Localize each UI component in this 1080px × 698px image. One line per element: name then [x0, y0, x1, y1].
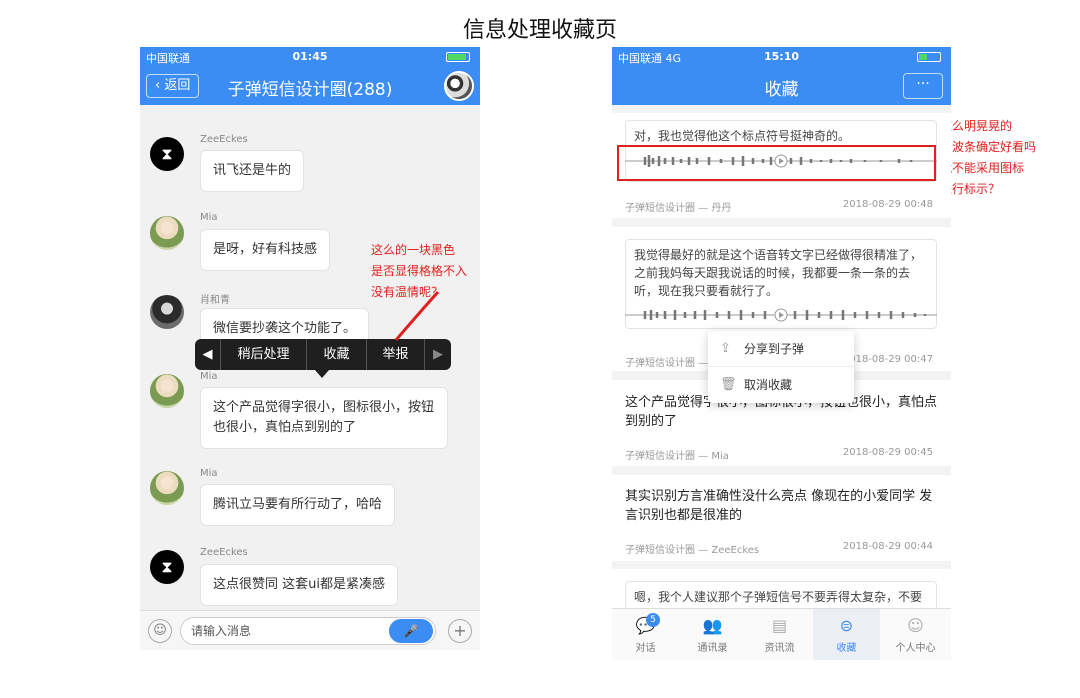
message-bubble[interactable]: 这点很赞同 这套ui都是紧凑感: [200, 564, 398, 606]
annotation-line: 这么明晃晃的: [940, 119, 1013, 133]
status-time: 15:10: [763, 50, 799, 63]
favorite-source: 子弹短信设计圈 — Mia: [625, 451, 729, 462]
tab-label: 个人中心: [895, 643, 936, 654]
avatar[interactable]: [150, 374, 184, 408]
share-label: 分享到子弹: [744, 342, 805, 356]
avatar[interactable]: ⧗: [150, 550, 184, 584]
battery-icon: [446, 52, 470, 62]
tab-favorites[interactable]: ⊜ 收藏: [813, 609, 880, 660]
tab-label: 资讯流: [764, 643, 795, 654]
tab-profile[interactable]: ☺ 个人中心: [880, 609, 951, 660]
annotation-line: 是否显得格格不入: [371, 264, 468, 278]
annotation-line: 声波条确定好看吗: [940, 140, 1037, 154]
chat-screen: 中国联通 01:45 ‹ 返回 子弹短信设计圈(288) ZeeEckes ⧗ …: [140, 47, 480, 650]
plus-icon: +: [453, 621, 467, 640]
smiley-icon: ☺: [153, 623, 167, 638]
news-icon: ▤: [771, 616, 788, 635]
quote-text: 我觉得最好的就是这个语音转文字已经做得很精准了，之前我妈每天跟我说话的时候，我都…: [634, 248, 923, 298]
caret-right-icon: ▶: [433, 347, 443, 362]
annotation-line: 就不能采用图标: [940, 161, 1025, 175]
status-time: 01:45: [292, 50, 328, 63]
sender-name: 肖和青: [200, 295, 230, 306]
message-bubble[interactable]: 腾讯立马要有所行动了，哈哈: [200, 484, 396, 526]
unread-badge: 5: [646, 613, 660, 627]
voice-waveform[interactable]: [625, 305, 937, 325]
status-bar: 中国联通 01:45: [140, 47, 480, 67]
stage: 信息处理收藏页 中国联通 01:45 ‹ 返回 子弹短信设计圈(288) Zee…: [0, 0, 1080, 698]
cancel-favorite-menu-item[interactable]: 🗑 取消收藏: [708, 367, 854, 403]
menu-next-arrow[interactable]: ▶: [425, 339, 451, 370]
avatar[interactable]: [150, 295, 184, 329]
sender-name: ZeeEckes: [200, 547, 248, 558]
avatar[interactable]: [150, 216, 184, 250]
contacts-icon: 👥: [702, 616, 723, 635]
menu-item-later[interactable]: 稍后处理: [221, 339, 307, 370]
sender-name: ZeeEckes: [200, 134, 248, 145]
favorite-item[interactable]: 其实识别方言准确性没什么亮点 像现在的小爱同学 发言识别也都是很准的 子弹短信设…: [612, 475, 951, 561]
favorite-time: 2018-08-29 00:45: [842, 447, 933, 458]
profile-icon: ☺: [907, 616, 924, 635]
share-icon: ⇪: [720, 341, 731, 356]
sender-name: Mia: [200, 468, 218, 479]
favorite-popup-menu: ⇪ 分享到子弹 🗑 取消收藏: [708, 331, 854, 403]
avatar[interactable]: ⧗: [150, 137, 184, 171]
annotation-highlight-box: [617, 145, 936, 181]
menu-pointer: [315, 370, 329, 378]
tab-chat[interactable]: 💬 5 对话: [612, 609, 679, 660]
favorites-nav-bar: 收藏 ···: [612, 67, 951, 105]
tab-bar: 💬 5 对话 👥 通讯录 ▤ 资讯流 ⊜ 收藏 ☺ 个人中心: [612, 608, 951, 660]
tab-label: 收藏: [836, 643, 857, 654]
favorites-icon: ⊜: [839, 616, 854, 635]
quote-text: 对，我也觉得他这个标点符号挺神奇的。: [634, 129, 851, 143]
sender-name: Mia: [200, 371, 218, 382]
message-bubble[interactable]: 是呀，好有科技感: [200, 229, 331, 271]
caret-left-icon: ◀: [202, 347, 213, 362]
tab-contacts[interactable]: 👥 通讯录: [679, 609, 746, 660]
waveform-graphic: [625, 308, 937, 322]
avatar[interactable]: [150, 471, 184, 505]
menu-item-report[interactable]: 举报: [367, 339, 425, 370]
annotation-line: 进行标示？: [940, 182, 1001, 196]
annotation-line: 没有温情呢？: [371, 285, 444, 299]
favorite-time: 2018-08-29 00:48: [842, 199, 933, 210]
tab-label: 通讯录: [697, 643, 728, 654]
share-menu-item[interactable]: ⇪ 分享到子弹: [708, 331, 854, 367]
status-bar: 中国联通 4G 15:10: [612, 47, 951, 67]
cancel-label: 取消收藏: [744, 378, 793, 392]
battery-icon: [917, 52, 941, 62]
tab-label: 对话: [635, 643, 656, 654]
favorite-time: 2018-08-29 00:47: [842, 354, 933, 365]
microphone-icon: 🎤: [403, 624, 419, 638]
favorite-text: 其实识别方言准确性没什么亮点 像现在的小爱同学 发言识别也都是很准的: [625, 489, 933, 523]
message-bubble[interactable]: 讯飞还是牛的: [200, 150, 305, 192]
message-input-bar: ☺ 请输入消息 🎤 +: [140, 610, 480, 650]
trash-icon: 🗑: [720, 377, 737, 392]
message-context-menu: ◀ 稍后处理 收藏 举报 ▶: [195, 339, 451, 378]
more-button[interactable]: ···: [903, 73, 943, 99]
hourglass-icon: ⧗: [161, 557, 173, 576]
message-bubble[interactable]: 这个产品觉得字很小，图标很小，按钮也很小，真怕点到别的了: [200, 387, 448, 449]
annotation-note-left: 这么的一块黑色 是否显得格格不入 没有温情呢？: [371, 240, 467, 303]
chat-nav-bar: ‹ 返回 子弹短信设计圈(288): [140, 67, 480, 105]
hourglass-icon: ⧗: [161, 144, 173, 163]
tab-news[interactable]: ▤ 资讯流: [746, 609, 813, 660]
favorites-title: 收藏: [764, 80, 799, 100]
annotation-line: 这么的一块黑色: [371, 243, 456, 257]
menu-prev-arrow[interactable]: ◀: [195, 339, 221, 370]
quote-text: 嗯，我个人建议那个子弹短信号不要弄得太复杂，不要: [634, 590, 923, 604]
voice-button[interactable]: 🎤: [389, 619, 433, 643]
sender-name: Mia: [200, 212, 218, 223]
favorite-source: 子弹短信设计圈 — ZeeEckes: [625, 545, 760, 556]
group-avatar[interactable]: [444, 71, 474, 101]
emoji-button[interactable]: ☺: [148, 619, 172, 643]
menu-item-favorite[interactable]: 收藏: [307, 339, 367, 370]
favorite-time: 2018-08-29 00:44: [842, 541, 933, 552]
page-title: 信息处理收藏页: [462, 18, 617, 43]
chat-title: 子弹短信设计圈(288): [227, 80, 393, 100]
annotation-note-right: 这么明晃晃的 声波条确定好看吗 就不能采用图标 进行标示？: [940, 116, 1036, 200]
more-plus-button[interactable]: +: [448, 619, 472, 643]
favorite-source: 子弹短信设计圈 — 丹丹: [625, 203, 732, 214]
